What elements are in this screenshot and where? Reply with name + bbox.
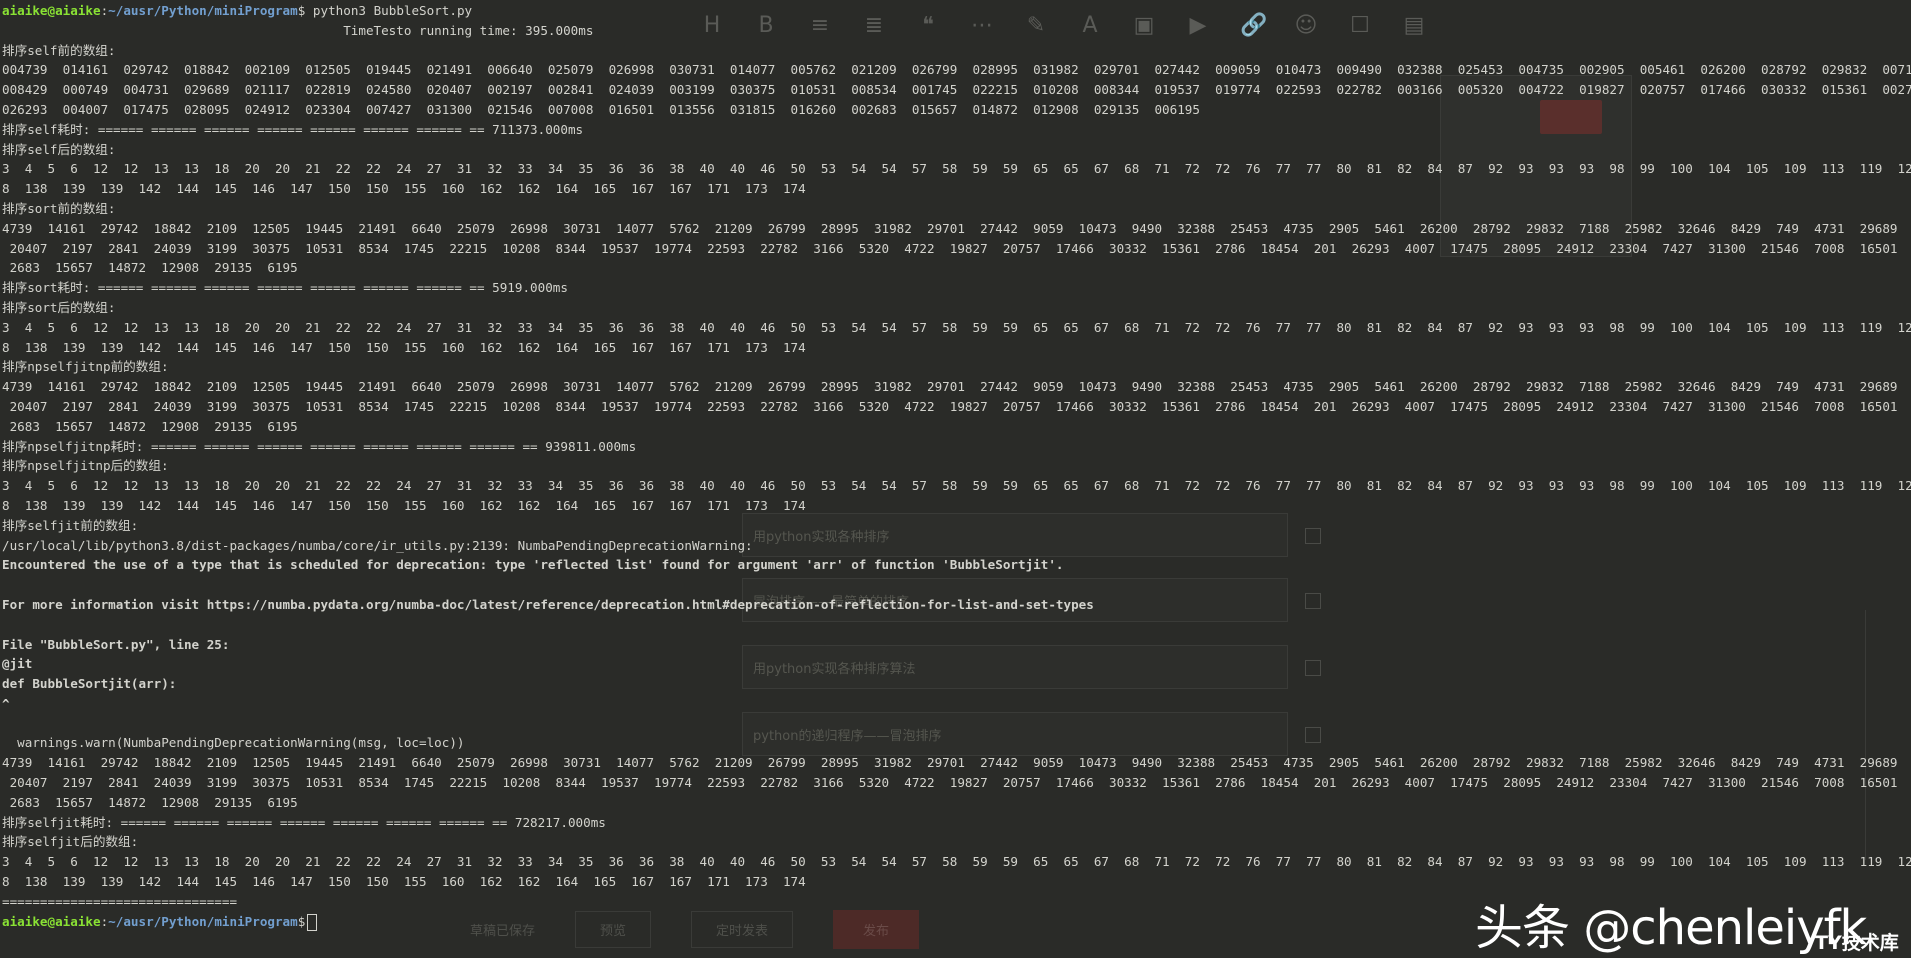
terminal-line: 20407 2197 2841 24039 3199 30375 10531 8… — [2, 775, 1911, 791]
terminal-line: 20407 2197 2841 24039 3199 30375 10531 8… — [2, 398, 1911, 414]
terminal-line: 排序self后的数组: — [2, 141, 116, 157]
terminal-line: 排序selfjit前的数组: — [2, 517, 139, 533]
terminal-line: 026293 004007 017475 028095 024912 02330… — [2, 101, 1200, 117]
prompt-path: ~/ausr/Python/miniProgram — [108, 913, 298, 929]
terminal-line: File "BubbleSort.py", line 25: — [2, 636, 230, 652]
terminal-line: 8 138 139 139 142 144 145 146 147 150 15… — [2, 497, 806, 513]
terminal-line: 8 138 139 139 142 144 145 146 147 150 15… — [2, 181, 806, 197]
terminal-line: 排序sort耗时: ====== ====== ====== ====== ==… — [2, 280, 568, 296]
terminal-line: /usr/local/lib/python3.8/dist-packages/n… — [2, 537, 753, 553]
terminal-line: 3 4 5 6 12 12 13 13 18 20 20 21 22 22 24… — [2, 319, 1911, 335]
terminal-line: 8 138 139 139 142 144 145 146 147 150 15… — [2, 339, 806, 355]
terminal-line: 004739 014161 029742 018842 002109 01250… — [2, 62, 1911, 78]
terminal-line: warnings.warn(NumbaPendingDeprecationWar… — [2, 735, 465, 751]
terminal-line: Encountered the use of a type that is sc… — [2, 557, 1064, 573]
terminal-line: 排序self前的数组: — [2, 42, 116, 58]
terminal-line: For more information visit https://numba… — [2, 596, 1094, 612]
terminal-window[interactable]: aiaike@aiaike:~/ausr/Python/miniProgram$… — [0, 0, 1911, 954]
terminal-line: 排序self耗时: ====== ====== ====== ====== ==… — [2, 121, 584, 137]
terminal-line: 008429 000749 004731 029689 021117 02281… — [2, 82, 1911, 98]
prompt-user-host: aiaike@aiaike — [2, 913, 101, 929]
terminal-line: 4739 14161 29742 18842 2109 12505 19445 … — [2, 379, 1911, 395]
prompt-path: ~/ausr/Python/miniProgram — [108, 3, 298, 18]
terminal-line: 排序npselfjitnp后的数组: — [2, 458, 169, 474]
terminal-line: 排序selfjit后的数组: — [2, 834, 139, 850]
terminal-output: TimeTesto running time: 395.000ms 排序self前… — [2, 21, 1911, 912]
terminal-line: 2683 15657 14872 12908 29135 6195 — [2, 418, 298, 434]
terminal-line: 排序sort前的数组: — [2, 200, 116, 216]
text-cursor[interactable] — [307, 913, 318, 931]
terminal-line: def BubbleSortjit(arr): — [2, 676, 177, 692]
terminal-line: 4739 14161 29742 18842 2109 12505 19445 … — [2, 755, 1911, 771]
terminal-line: 3 4 5 6 12 12 13 13 18 20 20 21 22 22 24… — [2, 854, 1911, 870]
terminal-line: 2683 15657 14872 12908 29135 6195 — [2, 260, 298, 276]
terminal-line: 2683 15657 14872 12908 29135 6195 — [2, 794, 298, 810]
terminal-line: 排序sort后的数组: — [2, 299, 116, 315]
terminal-line: ^ — [2, 695, 10, 711]
terminal-line: 排序npselfjitnp耗时: ====== ====== ====== ==… — [2, 438, 637, 454]
terminal-line: @jit — [2, 656, 33, 672]
terminal-line: TimeTesto running time: 395.000ms — [2, 22, 594, 38]
watermark-corner: TY技术库 — [1815, 932, 1899, 954]
terminal-line: 4739 14161 29742 18842 2109 12505 19445 … — [2, 220, 1911, 236]
command-line: aiaike@aiaike:~/ausr/Python/miniProgram$… — [2, 3, 473, 18]
command-text: python3 BubbleSort.py — [305, 3, 473, 18]
terminal-line: 3 4 5 6 12 12 13 13 18 20 20 21 22 22 24… — [2, 161, 1911, 177]
terminal-line: 排序selfjit耗时: ====== ====== ====== ======… — [2, 814, 606, 830]
terminal-line: 20407 2197 2841 24039 3199 30375 10531 8… — [2, 240, 1911, 256]
terminal-line: 3 4 5 6 12 12 13 13 18 20 20 21 22 22 24… — [2, 478, 1911, 494]
watermark: 头条 @chenleiyfk — [1475, 900, 1867, 956]
terminal-line: 排序npselfjitnp前的数组: — [2, 359, 169, 375]
prompt-user-host: aiaike@aiaike — [2, 3, 101, 18]
